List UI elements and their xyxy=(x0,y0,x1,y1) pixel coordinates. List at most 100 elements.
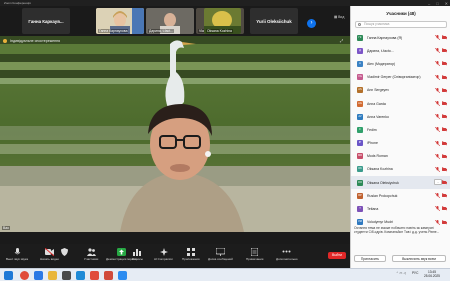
meeting-toolbar: Выкл звук звука Начать видео Участники Д… xyxy=(0,244,350,268)
muted-microphone-icon[interactable] xyxy=(435,153,440,159)
video-view-label: Індивідуальне спостереження xyxy=(3,39,60,43)
mute-all-button[interactable]: Выключить звук всем xyxy=(392,255,446,262)
camera-off-icon[interactable] xyxy=(442,100,447,106)
chrome-icon[interactable] xyxy=(20,271,29,280)
participant-row[interactable]: OO Oksana Oleksiychuk... xyxy=(351,176,450,190)
participant-row[interactable]: A Alex (Модератор) xyxy=(351,57,450,70)
tray-icons: ⌃ ▭ ◁ xyxy=(396,271,406,275)
avatar: Д xyxy=(357,47,363,54)
participant-name: iPhone xyxy=(367,141,378,146)
participant-row[interactable]: AV Anna Varenko xyxy=(351,110,450,123)
muted-microphone-icon[interactable] xyxy=(435,206,440,212)
camera-off-icon[interactable] xyxy=(442,127,447,132)
participant-row[interactable]: T Tetiana xyxy=(351,202,450,215)
leave-button[interactable]: Выйти xyxy=(328,252,346,259)
pdf-icon[interactable] xyxy=(90,271,99,280)
camera-off-icon[interactable] xyxy=(442,206,447,211)
more-label: Дополнительно xyxy=(276,257,298,261)
telegram-icon[interactable] xyxy=(76,271,85,280)
camera-off-icon[interactable] xyxy=(442,114,447,119)
shield-icon xyxy=(60,247,69,256)
app-icon[interactable] xyxy=(62,271,71,280)
view-button[interactable]: ▦ Вид xyxy=(334,15,344,19)
participants-button[interactable]: Участники xyxy=(84,247,98,261)
next-page-button[interactable]: › xyxy=(307,19,316,28)
participant-row[interactable]: ГК Ганна Карнаухова (Я) xyxy=(351,31,450,44)
os-taskbar: ⌃ ▭ ◁ РУС 13:45 25.06.2025 xyxy=(0,268,450,281)
camera-off-icon[interactable] xyxy=(442,180,447,185)
folder-icon[interactable] xyxy=(48,271,57,280)
participant-row[interactable]: MR Mods Roman xyxy=(351,150,450,163)
video-tile-5[interactable]: Yurii Oleksiichuk xyxy=(250,8,298,34)
powerpoint-icon[interactable] xyxy=(104,271,113,280)
more-button[interactable]: Дополнительно xyxy=(276,247,298,261)
microphone-icon xyxy=(13,247,22,256)
clock[interactable]: 13:45 25.06.2025 xyxy=(424,270,440,278)
video-tile-1[interactable]: Ганна Карнаухова xyxy=(96,8,144,34)
gallery-strip: Ганна Каркаув... Ганна Карнаухова Дарина… xyxy=(0,6,350,36)
video-tile-2[interactable]: Дарина, t-fact... xyxy=(146,8,194,34)
participant-row[interactable]: OK Oksana Kozhina xyxy=(351,163,450,176)
security-button[interactable] xyxy=(60,247,69,257)
ai-companion-button[interactable]: AI Companion xyxy=(154,247,173,261)
participant-row[interactable]: F Fedim xyxy=(351,123,450,136)
windows-start-icon[interactable] xyxy=(4,271,13,280)
invite-button[interactable]: Пригласить xyxy=(354,255,386,262)
camera-off-icon[interactable] xyxy=(442,48,447,53)
muted-microphone-icon[interactable] xyxy=(435,140,440,146)
participants-label: Участники xyxy=(84,257,99,261)
camera-off-icon[interactable] xyxy=(442,193,447,198)
video-button[interactable]: Начать видео xyxy=(40,247,59,261)
camera-off-icon[interactable] xyxy=(442,61,447,66)
fullscreen-icon[interactable]: ⤢ xyxy=(340,38,343,43)
muted-microphone-icon[interactable] xyxy=(435,219,440,225)
muted-microphone-icon[interactable] xyxy=(435,100,440,106)
zoom-taskbar-icon[interactable] xyxy=(118,271,127,280)
muted-microphone-icon[interactable] xyxy=(435,114,440,120)
video-tile-4[interactable]: Oksana Kozhina xyxy=(204,8,241,34)
participant-row[interactable]: Д Дарина, t-facto... xyxy=(351,44,450,57)
apps-label: Приложения xyxy=(182,257,200,261)
ai-companion-label: AI Companion xyxy=(154,257,174,261)
muted-microphone-icon[interactable] xyxy=(435,127,440,133)
muted-microphone-icon[interactable] xyxy=(435,193,440,199)
camera-off-icon[interactable] xyxy=(442,87,447,93)
avatar: A xyxy=(357,60,363,67)
participant-row[interactable]: RP Ruslan Prokopchuk xyxy=(351,189,450,202)
muted-microphone-icon[interactable] xyxy=(435,61,440,67)
keyboard-language[interactable]: РУС xyxy=(412,271,418,275)
audio-button[interactable]: Выкл звук звука xyxy=(6,247,28,261)
camera-off-icon[interactable] xyxy=(442,166,447,172)
muted-microphone-icon[interactable] xyxy=(435,166,440,172)
avatar: AS xyxy=(357,87,363,94)
tile-name-5: Yurii Oleksiichuk xyxy=(256,18,292,24)
camera-off-icon[interactable] xyxy=(442,219,447,225)
speaker-video xyxy=(0,36,350,232)
polls-button[interactable]: Опросы xyxy=(132,247,143,261)
avatar: VM xyxy=(357,219,363,226)
notes-button[interactable]: Примечания xyxy=(246,247,263,261)
apps-button[interactable]: Приложения xyxy=(182,247,200,261)
muted-microphone-icon[interactable] xyxy=(435,48,440,54)
audio-label: Выкл звук звука xyxy=(6,257,29,261)
whiteboard-button[interactable]: Доска сообщений xyxy=(208,247,233,261)
camera-off-icon[interactable] xyxy=(442,140,447,146)
participant-more-button[interactable]: ... xyxy=(434,179,442,186)
muted-microphone-icon[interactable] xyxy=(435,74,440,80)
word-icon[interactable] xyxy=(34,271,43,280)
camera-off-icon[interactable] xyxy=(442,153,447,159)
zoom-window: Zoom Конференція – □ ✕ Ганна Каркаув... … xyxy=(0,0,450,281)
participant-row[interactable]: AG Anna Garda xyxy=(351,97,450,110)
avatar: ГК xyxy=(357,34,363,41)
banner-tile[interactable]: Ганна Каркаув... xyxy=(22,8,70,34)
camera-off-icon[interactable] xyxy=(442,35,447,40)
muted-microphone-icon[interactable] xyxy=(435,87,440,93)
participant-row[interactable]: AS Ann Sergeyev xyxy=(351,84,450,97)
camera-off-icon[interactable] xyxy=(442,74,447,80)
muted-microphone-icon[interactable] xyxy=(435,35,440,40)
participant-row[interactable]: VG Vladimir Gerper (Співорганізатор) xyxy=(351,71,450,84)
participant-name: Ruslan Prokopchuk xyxy=(367,193,398,198)
participant-row[interactable]: IP iPhone xyxy=(351,137,450,150)
participant-name: Volodymyr Mudri xyxy=(367,220,394,225)
participant-search-input[interactable]: Пошук учасника xyxy=(355,21,447,28)
